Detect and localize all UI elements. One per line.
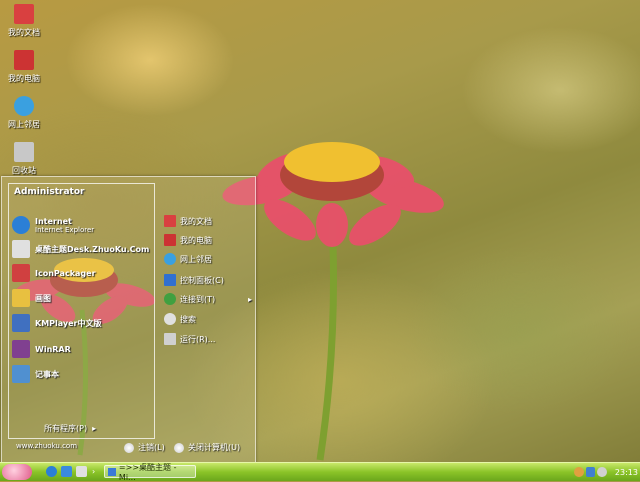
start-button[interactable] [2, 464, 32, 480]
user-tray-icon[interactable] [574, 467, 584, 477]
shutdown-button[interactable]: 关闭计算机(U) [174, 442, 240, 453]
arrow-right-icon: ▸ [89, 424, 97, 433]
ie-quicklaunch-icon[interactable] [46, 466, 57, 477]
desktop-icon-label: 我的文档 [8, 28, 40, 37]
program-label: 记事本 [35, 369, 59, 379]
program-label: 桌酷主题Desk.ZhuoKu.Com [35, 244, 150, 254]
menu-label: 网上邻居 [180, 254, 212, 264]
program-paint[interactable]: 画图 [12, 288, 51, 308]
desktop-quicklaunch-icon[interactable] [61, 466, 72, 477]
program-kmplayer[interactable]: KMPlayer中文版 [12, 313, 102, 333]
logoff-label: 注销(L) [138, 443, 165, 452]
program-zhuoku[interactable]: 桌酷主题Desk.ZhuoKu.Com [12, 239, 149, 259]
program-label: KMPlayer中文版 [35, 318, 102, 328]
chevron-right-icon[interactable]: › [92, 466, 98, 477]
desktop-icon-label: 网上邻居 [8, 120, 40, 129]
site-url: www.zhuoku.com [16, 442, 78, 450]
program-iconpackager[interactable]: IconPackager [12, 263, 96, 283]
program-label: WinRAR [35, 344, 71, 354]
menu-label: 我的电脑 [180, 235, 212, 245]
search-icon [164, 313, 176, 325]
control-panel-icon [164, 274, 176, 286]
network-tray-icon[interactable] [585, 467, 596, 477]
shutdown-label: 关闭计算机(U) [188, 443, 241, 452]
logoff-button[interactable]: 注销(L) [124, 442, 165, 453]
program-internet-explorer[interactable]: Internet Internet Explorer [12, 215, 94, 235]
desktop-icon-my-documents[interactable]: 我的文档 [2, 4, 46, 38]
system-tray: 23:13 [574, 465, 638, 479]
my-documents-icon [164, 215, 176, 227]
kmplayer-icon [12, 314, 30, 332]
all-programs-label: 所有程序(P) [44, 424, 88, 433]
desktop-icon-recycle-bin[interactable]: 回收站 [2, 142, 46, 176]
iconpackager-icon [12, 264, 30, 282]
paint-icon [12, 289, 30, 307]
program-sublabel: Internet Explorer [35, 225, 95, 234]
notepad-icon [12, 365, 30, 383]
menu-search[interactable]: 搜索 [164, 312, 196, 326]
menu-network[interactable]: 网上邻居 [164, 252, 212, 266]
all-programs-button[interactable]: 所有程序(P) ▸ [44, 423, 96, 434]
connect-icon [164, 293, 176, 305]
user-name: Administrator [14, 187, 85, 197]
menu-control-panel[interactable]: 控制面板(C) [164, 273, 224, 287]
program-label: 画图 [35, 293, 51, 303]
program-winrar[interactable]: WinRAR [12, 339, 71, 359]
my-computer-icon [14, 50, 34, 70]
menu-label: 控制面板(C) [180, 275, 224, 285]
logoff-icon [124, 442, 134, 453]
menu-label: 我的文档 [180, 216, 212, 226]
program-label: IconPackager [35, 268, 96, 278]
media-quicklaunch-icon[interactable] [76, 466, 87, 477]
menu-connect-to[interactable]: 连接到(T) ▸ [164, 292, 252, 306]
network-icon [14, 96, 34, 116]
volume-tray-icon[interactable] [597, 467, 607, 477]
winrar-icon [12, 340, 30, 358]
run-icon [164, 333, 176, 345]
ie-icon [12, 216, 30, 234]
arrow-right-icon: ▸ [247, 294, 252, 304]
network-icon [164, 253, 176, 265]
window-icon [108, 467, 116, 476]
menu-my-documents[interactable]: 我的文档 [164, 214, 212, 228]
my-computer-icon [164, 234, 176, 246]
taskbar-window-button[interactable]: =>>桌酷主题 - Mi... [104, 463, 196, 482]
clock[interactable]: 23:13 [615, 468, 638, 477]
menu-run[interactable]: 运行(R)... [164, 332, 215, 346]
desktop-icon-network[interactable]: 网上邻居 [2, 96, 46, 130]
menu-label: 连接到(T) [180, 294, 216, 304]
my-documents-icon [14, 4, 34, 24]
taskbar-window-label: =>>桌酷主题 - Mi... [118, 462, 177, 482]
zhuoku-icon [12, 240, 30, 258]
menu-label: 运行(R)... [180, 334, 216, 344]
recycle-bin-icon [14, 142, 34, 162]
start-menu: Administrator Internet Internet Explorer… [1, 176, 256, 463]
desktop-icon-my-computer[interactable]: 我的电脑 [2, 50, 46, 84]
program-label: Internet [35, 216, 72, 226]
menu-label: 搜索 [180, 314, 196, 324]
desktop-icon-label: 回收站 [12, 166, 36, 175]
taskbar: › =>>桌酷主题 - Mi... 23:13 [0, 462, 640, 482]
program-notepad[interactable]: 记事本 [12, 364, 59, 384]
shutdown-icon [174, 442, 184, 453]
desktop-icon-label: 我的电脑 [8, 74, 40, 83]
flower-large-image [222, 142, 444, 461]
menu-my-computer[interactable]: 我的电脑 [164, 233, 212, 247]
